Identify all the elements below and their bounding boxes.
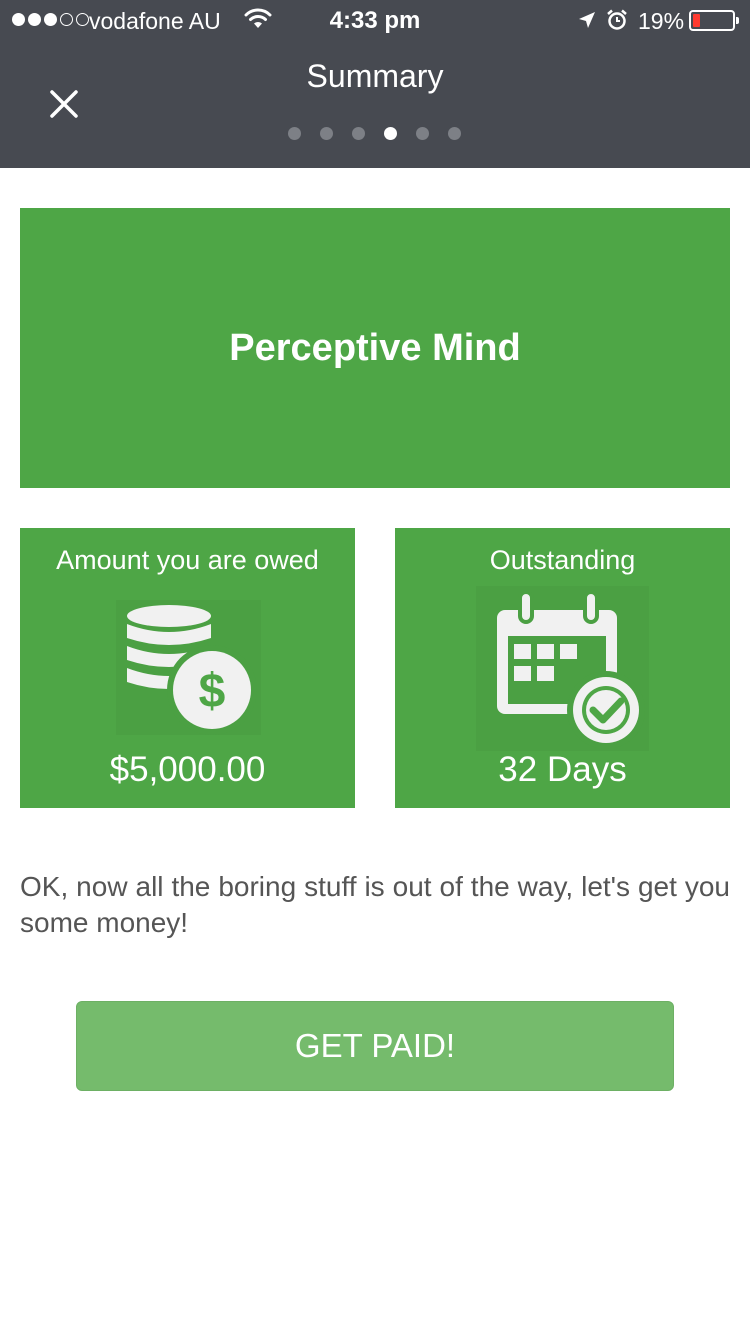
- get-paid-button[interactable]: GET PAID!: [76, 1001, 674, 1091]
- battery-icon: [689, 10, 739, 31]
- page-dot: [320, 127, 333, 140]
- page-dot: [448, 127, 461, 140]
- svg-text:$: $: [199, 665, 226, 718]
- location-arrow-icon: [577, 10, 597, 35]
- top-bar: vodafone AU 4:33 pm 19% Summary: [0, 0, 750, 168]
- amount-owed-label: Amount you are owed: [56, 545, 319, 575]
- close-icon[interactable]: [46, 86, 82, 122]
- page-dot-active: [384, 127, 397, 140]
- amount-owed-value: $5,000.00: [109, 750, 266, 789]
- page-dot: [352, 127, 365, 140]
- coins-dollar-icon: $: [116, 600, 261, 740]
- calendar-check-icon: [476, 586, 649, 756]
- battery-level: [693, 14, 700, 27]
- status-bar: vodafone AU 4:33 pm 19%: [0, 0, 750, 40]
- page-dot: [288, 127, 301, 140]
- client-banner: Perceptive Mind: [20, 208, 730, 488]
- summary-message: OK, now all the boring stuff is out of t…: [20, 871, 730, 938]
- outstanding-value: 32 Days: [498, 750, 627, 789]
- amount-owed-card: Amount you are owed $ $5,000.00: [20, 528, 355, 808]
- alarm-clock-icon: [606, 9, 628, 36]
- battery-percent: 19%: [638, 8, 685, 34]
- outstanding-card: Outstanding 32 Days: [395, 528, 730, 808]
- page-title: Summary: [306, 58, 444, 94]
- page-indicator: [288, 127, 461, 140]
- outstanding-label: Outstanding: [489, 545, 636, 575]
- client-name: Perceptive Mind: [229, 326, 521, 369]
- page-dot: [416, 127, 429, 140]
